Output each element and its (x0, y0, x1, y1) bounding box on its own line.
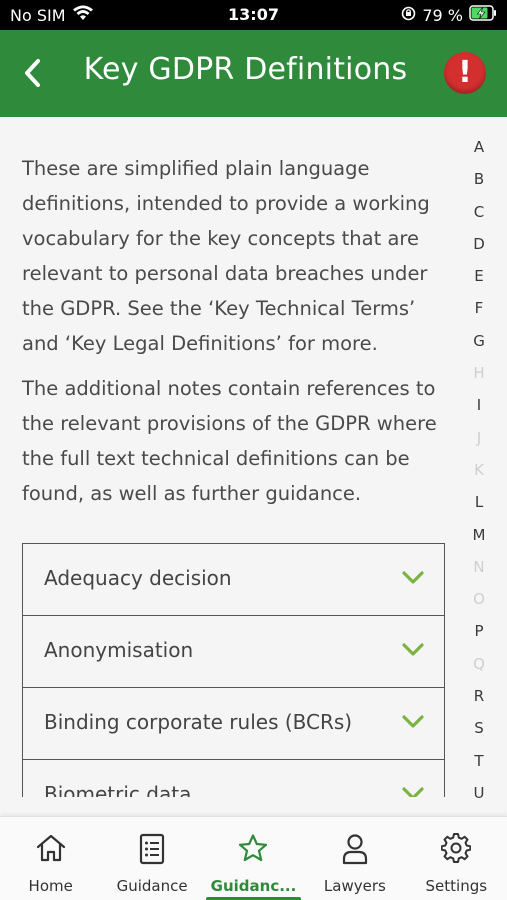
index-letter-p[interactable]: P (466, 620, 492, 652)
definition-item[interactable]: Adequacy decision (23, 544, 444, 616)
content-area[interactable]: These are simplified plain language defi… (0, 117, 507, 797)
index-letter-s[interactable]: S (466, 717, 492, 749)
definition-label: Anonymisation (44, 638, 194, 662)
intro-paragraph-1: These are simplified plain language defi… (22, 157, 430, 355)
index-letter-c[interactable]: C (466, 201, 492, 233)
app-header: Key GDPR Definitions ! (0, 30, 507, 117)
index-letter-e[interactable]: E (466, 265, 492, 297)
tab-settings[interactable]: Settings (406, 817, 507, 900)
definition-item[interactable]: Anonymisation (23, 616, 444, 688)
alert-icon[interactable]: ! (444, 52, 486, 94)
index-letter-q: Q (473, 654, 485, 673)
alphabet-index: ABCDEFGHIJKLMNOPQRSTU (466, 136, 492, 814)
tab-label: Guidanc... (210, 877, 297, 895)
index-letter-a[interactable]: A (466, 136, 492, 168)
definitions-accordion: Adequacy decision Anonymisation Binding co… (22, 543, 445, 797)
intro-text: These are simplified plain language defi… (22, 151, 447, 521)
index-letter-o: O (473, 590, 485, 609)
battery-percent: 79 % (422, 5, 463, 25)
index-letter-d[interactable]: D (466, 233, 492, 265)
list-icon (101, 833, 202, 865)
index-letter-b[interactable]: B (466, 168, 492, 200)
gear-icon (406, 833, 507, 865)
index-letter-h: H (473, 364, 485, 383)
index-letter-i[interactable]: I (466, 394, 492, 426)
definition-item[interactable]: Binding corporate rules (BCRs) (23, 688, 444, 760)
definition-label: Adequacy decision (44, 566, 232, 590)
tab-guidance[interactable]: Guidance (101, 817, 202, 900)
bottom-tab-bar: Home Guidance Guidanc... Lawyers Settings (0, 816, 507, 900)
intro-paragraph-2: The additional notes contain references … (22, 377, 437, 505)
chevron-down-icon (402, 643, 424, 656)
battery-charging-icon (469, 5, 497, 25)
index-letter-l[interactable]: L (466, 491, 492, 523)
definition-item[interactable]: Biometric data (23, 760, 444, 797)
chevron-down-icon (402, 571, 424, 584)
tab-home[interactable]: Home (0, 817, 101, 900)
tab-guidance-favorites[interactable]: Guidanc... (203, 817, 304, 900)
index-letter-m[interactable]: M (466, 524, 492, 556)
index-letter-u[interactable]: U (466, 782, 492, 814)
star-icon (203, 833, 304, 865)
orientation-lock-icon (401, 6, 416, 25)
home-icon (0, 833, 101, 865)
index-letter-j: J (476, 428, 482, 447)
page-title: Key GDPR Definitions (83, 52, 408, 87)
tab-label: Home (28, 877, 73, 895)
status-right: 79 % (401, 5, 497, 25)
tab-label: Guidance (116, 877, 188, 895)
chevron-down-icon (402, 715, 424, 728)
index-letter-g[interactable]: G (466, 330, 492, 362)
status-bar: No SIM 13:07 79 % (0, 0, 507, 30)
index-letter-k: K (474, 460, 484, 479)
index-letter-n: N (473, 557, 485, 576)
index-letter-f[interactable]: F (466, 297, 492, 329)
tab-lawyers[interactable]: Lawyers (304, 817, 405, 900)
index-letter-r[interactable]: R (466, 685, 492, 717)
tab-label: Settings (425, 877, 488, 895)
chevron-down-icon (402, 787, 424, 797)
definition-label: Binding corporate rules (BCRs) (44, 710, 353, 734)
definition-label: Biometric data (44, 782, 192, 797)
tab-label: Lawyers (323, 877, 386, 895)
person-icon (304, 833, 405, 865)
index-letter-t[interactable]: T (466, 750, 492, 782)
